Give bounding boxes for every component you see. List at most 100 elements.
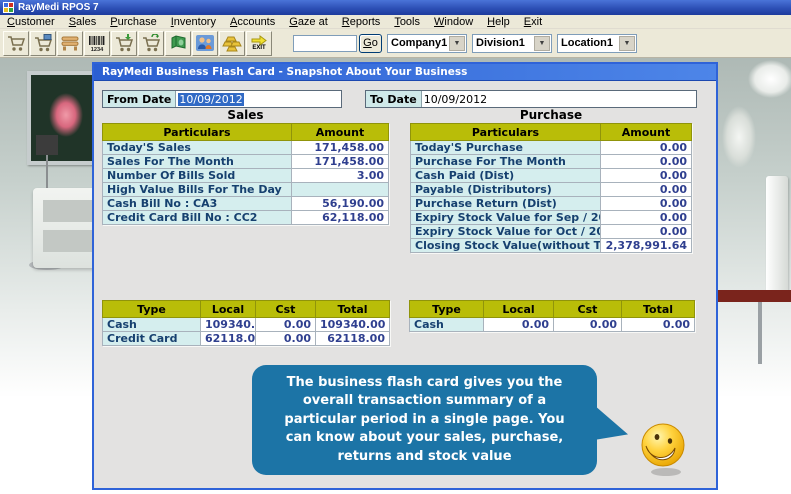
table-row: Cash 109340.00 0.00 109340.00 xyxy=(102,317,390,332)
window-titlebar: RayMedi RPOS 7 xyxy=(0,0,791,15)
chevron-down-icon[interactable]: ▼ xyxy=(619,35,635,51)
amount-cell: 171,458.00 xyxy=(291,140,389,155)
column-header: Particulars xyxy=(102,123,292,141)
cart-button[interactable] xyxy=(3,30,29,56)
column-header: Cst xyxy=(553,300,622,318)
barcode-button[interactable]: 1234 xyxy=(84,30,110,56)
particular-cell: Payable (Distributors) xyxy=(410,182,601,197)
location-select-value: Location1 xyxy=(561,37,613,49)
local-cell: 0.00 xyxy=(483,317,554,332)
particular-cell: Cash Bill No : CA3 xyxy=(102,196,292,211)
cart-refresh-button[interactable] xyxy=(138,30,164,56)
from-date-field[interactable]: From Date 10/09/2012 xyxy=(102,90,342,108)
company-select[interactable]: Company1 ▼ xyxy=(387,33,467,53)
chevron-down-icon[interactable]: ▼ xyxy=(449,35,465,51)
menu-item-customer[interactable]: Customer xyxy=(0,16,62,28)
table-row: Today'S Sales 171,458.00 xyxy=(102,140,389,155)
cart-refresh-icon xyxy=(143,34,161,52)
purchase-by-type-table: Type Local Cst Total Cash 0.00 0.00 0.00 xyxy=(409,300,695,332)
users-button[interactable] xyxy=(192,30,218,56)
press-icon xyxy=(61,36,79,51)
to-date-label: To Date xyxy=(366,91,422,107)
column-header: Type xyxy=(409,300,484,318)
menu-item-sales[interactable]: Sales xyxy=(62,16,104,28)
table-row: Cash 0.00 0.00 0.00 xyxy=(409,317,695,332)
cart-download-button[interactable] xyxy=(111,30,137,56)
table-row: Purchase Return (Dist) 0.00 xyxy=(410,196,692,211)
flash-card-dialog: RayMedi Business Flash Card - Snapshot A… xyxy=(92,62,718,490)
sales-by-type-table: Type Local Cst Total Cash 109340.00 0.00… xyxy=(102,300,390,346)
column-header: Total xyxy=(315,300,390,318)
total-cell: 0.00 xyxy=(621,317,695,332)
barcode-icon: 1234 xyxy=(89,36,105,52)
column-header: Local xyxy=(200,300,256,318)
amount-cell: 3.00 xyxy=(291,168,389,183)
particular-cell: Number Of Bills Sold xyxy=(102,168,292,183)
menu-item-window[interactable]: Window xyxy=(427,16,480,28)
particular-cell: Expiry Stock Value for Oct / 2012 xyxy=(410,224,601,239)
wallpaper-table-leg xyxy=(758,302,762,364)
menu-item-help[interactable]: Help xyxy=(480,16,517,28)
exit-button[interactable]: EXIT xyxy=(246,30,272,56)
wallpaper-table xyxy=(710,290,791,302)
table-row: Payable (Distributors) 0.00 xyxy=(410,182,692,197)
menu-item-purchase[interactable]: Purchase xyxy=(103,16,163,28)
desktop-area: RayMedi Business Flash Card - Snapshot A… xyxy=(0,58,791,494)
cash-button[interactable] xyxy=(165,30,191,56)
to-date-field[interactable]: To Date 10/09/2012 xyxy=(365,90,697,108)
gold-button[interactable] xyxy=(219,30,245,56)
menu-item-gaze-at[interactable]: Gaze at xyxy=(282,16,335,28)
wallpaper-speaker xyxy=(36,135,58,155)
column-header: Total xyxy=(621,300,695,318)
wallpaper-flowers xyxy=(722,106,756,168)
svg-text:1234: 1234 xyxy=(91,47,104,52)
window-title: RayMedi RPOS 7 xyxy=(18,2,99,13)
amount-cell: 0.00 xyxy=(600,154,692,169)
table-row: Sales For The Month 171,458.00 xyxy=(102,154,389,169)
menu-item-accounts[interactable]: Accounts xyxy=(223,16,282,28)
press-button[interactable] xyxy=(57,30,83,56)
table-row: High Value Bills For The Day xyxy=(102,182,389,197)
menu-item-reports[interactable]: Reports xyxy=(335,16,388,28)
gold-bars-icon xyxy=(222,36,242,52)
tooltip-bubble: The business flash card gives you the ov… xyxy=(252,365,597,475)
smiley-icon xyxy=(641,423,685,476)
application-window: RayMedi RPOS 7 Customer Sales Purchase I… xyxy=(0,0,791,494)
division-select[interactable]: Division1 ▼ xyxy=(472,33,552,53)
column-header: Particulars xyxy=(410,123,601,141)
cst-cell: 0.00 xyxy=(255,317,316,332)
table-row: Today'S Purchase 0.00 xyxy=(410,140,692,155)
column-header: Type xyxy=(102,300,201,318)
from-date-value[interactable]: 10/09/2012 xyxy=(178,92,244,106)
to-date-value[interactable]: 10/09/2012 xyxy=(422,91,487,107)
menu-item-tools[interactable]: Tools xyxy=(387,16,427,28)
money-icon xyxy=(171,35,186,49)
tooltip-text: The business flash card gives you the ov… xyxy=(284,374,565,464)
particular-cell: High Value Bills For The Day xyxy=(102,182,292,197)
type-cell: Cash xyxy=(409,317,484,332)
particular-cell: Closing Stock Value(without Tax) xyxy=(410,238,601,253)
type-cell: Credit Card xyxy=(102,331,201,346)
amount-cell: 56,190.00 xyxy=(291,196,389,211)
amount-cell: 171,458.00 xyxy=(291,154,389,169)
particular-cell: Cash Paid (Dist) xyxy=(410,168,601,183)
particular-cell: Today'S Purchase xyxy=(410,140,601,155)
amount-cell: 0.00 xyxy=(600,210,692,225)
from-date-label: From Date xyxy=(103,91,177,107)
menu-item-exit[interactable]: Exit xyxy=(517,16,549,28)
amount-cell: 0.00 xyxy=(600,140,692,155)
search-input[interactable] xyxy=(293,34,357,52)
chevron-down-icon[interactable]: ▼ xyxy=(534,35,550,51)
go-button[interactable]: Go xyxy=(359,33,382,53)
company-select-value: Company1 xyxy=(391,37,448,49)
amount-cell: 62,118.00 xyxy=(291,210,389,225)
menu-item-inventory[interactable]: Inventory xyxy=(164,16,223,28)
amount-cell: 0.00 xyxy=(600,182,692,197)
particular-cell: Purchase For The Month xyxy=(410,154,601,169)
column-header: Local xyxy=(483,300,554,318)
amount-cell: 0.00 xyxy=(600,196,692,211)
location-select[interactable]: Location1 ▼ xyxy=(557,33,637,53)
cart-badge-button[interactable] xyxy=(30,30,56,56)
sales-table: Particulars Amount Today'S Sales 171,458.… xyxy=(102,123,389,225)
type-cell: Cash xyxy=(102,317,201,332)
